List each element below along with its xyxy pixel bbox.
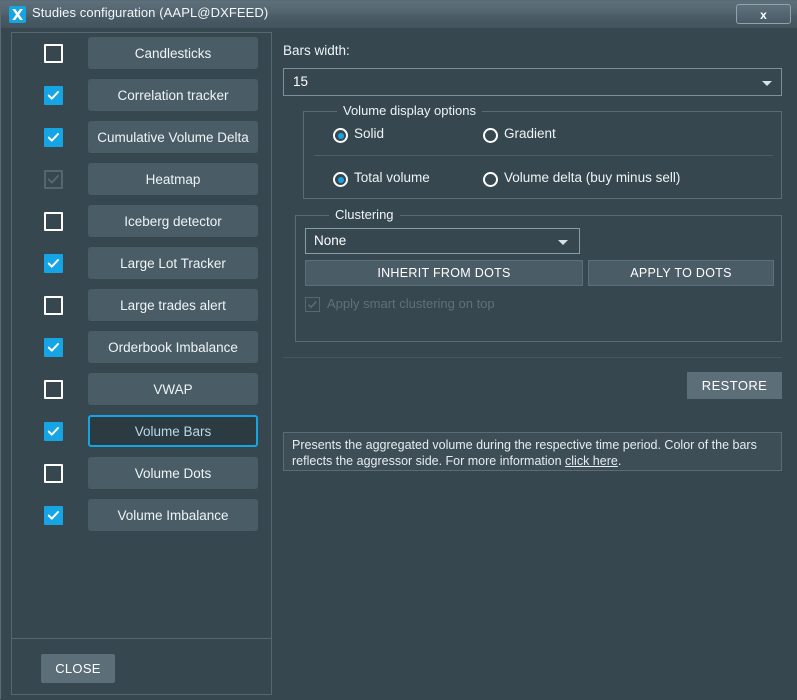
study-button[interactable]: Large trades alert [88,289,258,321]
study-settings-panel: Bars width: 15 Volume display options So… [282,32,787,695]
volume-display-options-legend: Volume display options [337,103,482,118]
window-title: Studies configuration (AAPL@DXFEED) [32,5,269,20]
bars-width-dropdown[interactable]: 15 [283,68,782,96]
description-text-after: . [617,453,622,468]
clustering-legend: Clustering [329,207,400,222]
studies-configuration-window: Studies configuration (AAPL@DXFEED) x Ca… [0,0,797,700]
smart-clustering-checkbox [305,297,320,312]
radio-mark-icon [333,128,348,143]
study-row[interactable]: Orderbook Imbalance [12,327,271,369]
study-checkbox[interactable] [44,128,63,147]
smart-clustering-label: Apply smart clustering on top [327,296,495,311]
radio-mark-icon [333,172,348,187]
study-checkbox [44,170,63,189]
study-checkbox[interactable] [44,44,63,63]
study-button[interactable]: Candlesticks [88,37,258,69]
group-divider [314,155,773,156]
study-row[interactable]: Volume Dots [12,453,271,495]
study-button[interactable]: Large Lot Tracker [88,247,258,279]
studies-sidebar: Candlesticks Correlation tracker Cumulativ… [11,32,272,695]
radio-total-volume-label: Total volume [354,170,430,185]
study-description: Presents the aggregated volume during th… [283,432,782,471]
clustering-value: None [314,233,347,248]
dialog-content: Candlesticks Correlation tracker Cumulativ… [1,28,797,700]
study-button[interactable]: Volume Bars [88,415,258,447]
close-button[interactable]: CLOSE [41,654,115,683]
study-button[interactable]: Correlation tracker [88,79,258,111]
study-checkbox[interactable] [44,296,63,315]
radio-mark-icon [483,128,498,143]
radio-gradient-label: Gradient [504,126,556,141]
description-text-before: Presents the aggregated volume during th… [292,438,757,468]
study-button[interactable]: Heatmap [88,163,258,195]
apply-to-dots-button[interactable]: APPLY TO DOTS [588,260,774,286]
study-row[interactable]: Large trades alert [12,285,271,327]
studies-list: Candlesticks Correlation tracker Cumulativ… [12,33,271,639]
clustering-dropdown[interactable]: None [305,228,580,254]
volume-display-options-group: Volume display options Solid Gradient To… [303,103,782,199]
study-button[interactable]: Orderbook Imbalance [88,331,258,363]
study-row[interactable]: Cumulative Volume Delta [12,117,271,159]
study-checkbox[interactable] [44,506,63,525]
study-row[interactable]: Heatmap [12,159,271,201]
study-checkbox[interactable] [44,212,63,231]
study-row[interactable]: Volume Bars [12,411,271,453]
bars-width-value: 15 [293,74,309,89]
study-row[interactable]: Correlation tracker [12,75,271,117]
window-close-button[interactable]: x [736,4,791,24]
study-button[interactable]: Volume Dots [88,457,258,489]
study-checkbox[interactable] [44,86,63,105]
study-row[interactable]: Volume Imbalance [12,495,271,537]
title-bar: Studies configuration (AAPL@DXFEED) x [1,1,797,29]
x-logo-icon [9,6,26,23]
section-divider [283,357,782,358]
study-row[interactable]: Iceberg detector [12,201,271,243]
study-row[interactable]: Large Lot Tracker [12,243,271,285]
bars-width-label: Bars width: [283,43,350,58]
study-checkbox[interactable] [44,422,63,441]
radio-volume-delta-label: Volume delta (buy minus sell) [504,170,681,185]
study-checkbox[interactable] [44,338,63,357]
chevron-down-icon [558,240,568,245]
study-button[interactable]: Volume Imbalance [88,499,258,531]
inherit-from-dots-button[interactable]: INHERIT FROM DOTS [305,260,583,286]
radio-mark-icon [483,172,498,187]
study-checkbox[interactable] [44,254,63,273]
study-button[interactable]: Iceberg detector [88,205,258,237]
study-button[interactable]: VWAP [88,373,258,405]
click-here-link[interactable]: click here [565,454,618,468]
radio-solid-label: Solid [354,126,385,141]
study-checkbox[interactable] [44,380,63,399]
restore-button[interactable]: RESTORE [687,372,782,399]
study-row[interactable]: VWAP [12,369,271,411]
study-checkbox[interactable] [44,464,63,483]
chevron-down-icon [762,81,772,86]
study-button[interactable]: Cumulative Volume Delta [88,121,258,153]
study-row[interactable]: Candlesticks [12,33,271,75]
clustering-group: Clustering None INHERIT FROM DOTS APPLY … [295,207,782,342]
